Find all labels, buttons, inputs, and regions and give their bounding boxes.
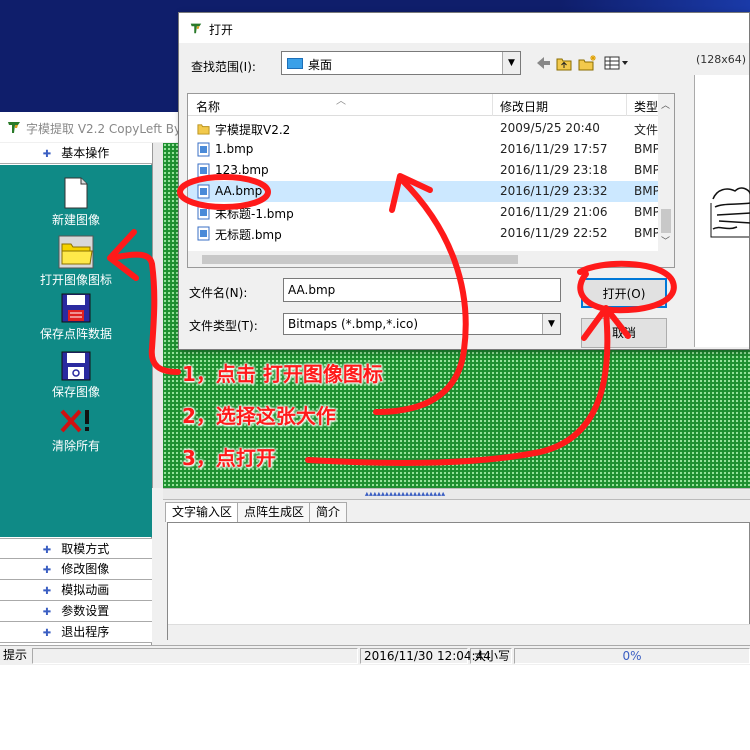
status-message <box>32 648 358 664</box>
tab-bar: 文字输入区 点阵生成区 简介 <box>163 500 750 522</box>
expand-icon: ✚ <box>42 586 52 597</box>
cancel-button[interactable]: 取消 <box>581 318 667 348</box>
save-data-icon <box>61 293 91 323</box>
file-row[interactable]: 字模提取V2.2 2009/5/25 20:40 文件 <box>188 118 658 139</box>
bitmap-file-icon <box>197 205 210 220</box>
clear-all-icon <box>60 409 89 433</box>
scroll-thumb[interactable] <box>202 255 518 264</box>
chevron-up-icon[interactable]: ︿ <box>661 98 670 111</box>
tab-text-input[interactable]: 文字输入区 <box>165 502 240 522</box>
expand-icon: ✚ <box>42 545 52 556</box>
bitmap-file-icon <box>197 163 210 178</box>
preview-thumbnail-image <box>710 187 750 238</box>
tab-intro[interactable]: 简介 <box>309 502 348 522</box>
tool-save-image[interactable]: 保存图像 <box>0 351 152 400</box>
tool-open-image[interactable]: 打开图像图标 <box>0 235 152 288</box>
open-button[interactable]: 打开(O) <box>581 278 667 308</box>
text-horizontal-scrollbar[interactable] <box>168 624 750 640</box>
open-folder-icon <box>58 235 94 269</box>
column-type[interactable]: 类型 <box>634 98 658 115</box>
filename-input[interactable] <box>283 278 561 302</box>
status-hint: 提示 <box>3 648 28 662</box>
bitmap-file-icon <box>197 226 210 241</box>
status-case: 大小写 <box>470 648 512 664</box>
open-dialog: 打开 查找范围(I): 桌面 ▼ (128x64) 名称 修改日期 类型 ︿ 字… <box>178 12 750 350</box>
tool-clear-all[interactable]: 清除所有 <box>0 407 152 454</box>
dialog-nav-toolbar <box>537 55 628 71</box>
annotation-step-3: 3，点打开 <box>182 446 276 470</box>
save-image-icon <box>61 351 91 381</box>
preview-size-label: (128x64) <box>696 53 747 66</box>
file-row[interactable]: 未标题-1.bmp 2016/11/29 21:06 BMP <box>188 202 658 223</box>
filename-label: 文件名(N): <box>189 286 248 300</box>
back-arrow-icon[interactable] <box>537 57 550 69</box>
scroll-thumb[interactable] <box>661 209 671 233</box>
look-in-combo[interactable]: 桌面 ▼ <box>281 51 521 75</box>
left-panel: ✚ 基本操作 新建图像 打开图像图标 保存点阵数据 保存图像 清除所有 ✚ 取模… <box>0 143 152 645</box>
section-edit-image[interactable]: ✚ 修改图像 <box>0 559 152 580</box>
expand-icon: ✚ <box>42 607 52 618</box>
file-row[interactable]: 无标题.bmp 2016/11/29 22:52 BMP <box>188 223 658 244</box>
file-list: 名称 修改日期 类型 ︿ 字模提取V2.2 2009/5/25 20:40 文件… <box>187 93 675 268</box>
look-in-label: 查找范围(I): <box>191 60 256 74</box>
chevron-down-icon[interactable]: ▼ <box>542 314 560 334</box>
bitmap-file-icon <box>197 184 210 199</box>
chevron-down-icon[interactable]: ﹀ <box>661 234 670 247</box>
filetype-combo[interactable]: Bitmaps (*.bmp,*.ico) ▼ <box>283 313 561 335</box>
tool-save-dot-data[interactable]: 保存点阵数据 <box>0 293 152 342</box>
section-basic-ops[interactable]: ✚ 基本操作 <box>0 143 152 164</box>
file-list-horizontal-scrollbar[interactable] <box>188 251 658 267</box>
sort-chevron-up-icon: ︿ <box>336 96 346 107</box>
panel-splitter[interactable] <box>152 143 163 488</box>
app-icon <box>8 122 20 133</box>
up-folder-icon[interactable] <box>556 58 572 71</box>
desktop-folder-icon <box>287 58 303 69</box>
file-list-header: 名称 修改日期 类型 ︿ <box>188 94 674 116</box>
expand-icon: ✚ <box>42 628 52 639</box>
column-date[interactable]: 修改日期 <box>500 98 548 115</box>
grip-icon: ▴▴▴▴▴▴▴▴▴▴▴▴▴▴▴▴▴▴▴▴ <box>364 489 446 498</box>
section-settings[interactable]: ✚ 参数设置 <box>0 601 152 622</box>
file-row[interactable]: 123.bmp 2016/11/29 23:18 BMP <box>188 160 658 181</box>
section-mode[interactable]: ✚ 取模方式 <box>0 538 152 559</box>
horizontal-splitter[interactable]: ▴▴▴▴▴▴▴▴▴▴▴▴▴▴▴▴▴▴▴▴ <box>163 488 750 500</box>
dialog-titlebar[interactable]: 打开 <box>179 13 749 43</box>
file-row[interactable]: 1.bmp 2016/11/29 17:57 BMP <box>188 139 658 160</box>
tool-new-image[interactable]: 新建图像 <box>0 177 152 228</box>
expand-icon: ✚ <box>42 149 52 160</box>
section-exit[interactable]: ✚ 退出程序 <box>0 622 152 643</box>
tab-dot-output[interactable]: 点阵生成区 <box>237 502 312 522</box>
annotation-step-1: 1，点击 打开图像图标 <box>182 362 383 386</box>
status-progress: 0% <box>514 648 750 664</box>
file-list-vertical-scrollbar[interactable]: ︿ ﹀ <box>658 94 674 267</box>
status-bar: 提示 2016/11/30 12:04:44 大小写 0% <box>0 645 750 665</box>
folder-icon <box>197 124 210 135</box>
annotation-step-2: 2，选择这张大作 <box>182 404 336 428</box>
tool-palette: 新建图像 打开图像图标 保存点阵数据 保存图像 清除所有 <box>0 165 152 537</box>
app-title: 字模提取 V2.2 CopyLeft By <box>26 122 182 136</box>
new-folder-icon[interactable] <box>578 55 596 71</box>
dialog-title: 打开 <box>209 23 234 37</box>
view-menu-icon[interactable] <box>604 56 628 70</box>
filetype-label: 文件类型(T): <box>189 319 258 333</box>
text-input-area[interactable] <box>167 522 750 640</box>
section-animation[interactable]: ✚ 模拟动画 <box>0 580 152 601</box>
bitmap-file-icon <box>197 142 210 157</box>
new-file-icon <box>64 177 88 209</box>
expand-icon: ✚ <box>42 565 52 576</box>
file-row-selected[interactable]: AA.bmp 2016/11/29 23:32 BMP <box>188 181 658 202</box>
column-name[interactable]: 名称 <box>196 98 220 115</box>
preview-pane <box>694 75 750 347</box>
app-icon <box>190 23 202 34</box>
status-datetime: 2016/11/30 12:04:44 <box>360 648 491 664</box>
chevron-down-icon[interactable]: ▼ <box>502 52 520 74</box>
